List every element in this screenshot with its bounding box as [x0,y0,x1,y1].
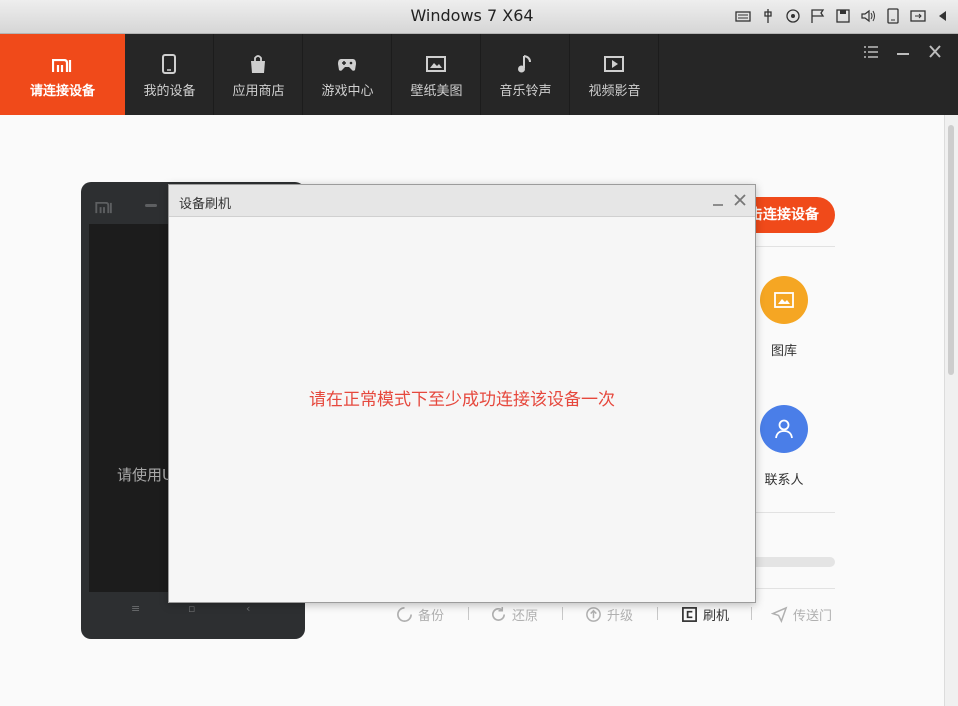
home-key-icon: ▫ [188,602,196,615]
contacts-label: 联系人 [764,473,804,488]
nav-item-music[interactable]: 音乐铃声 [481,34,570,115]
phone-nav-keys: ≡ ▫ ‹ [81,602,305,622]
backup-label: 备份 [418,608,445,624]
flash-dialog: 设备刷机 请在正常模式下至少成功连接该设备一次 [168,184,756,603]
phone-speaker [145,204,157,207]
music-note-icon [518,55,531,73]
mi-logo-icon [95,202,112,214]
transfer-button[interactable]: 传送门 [771,603,832,625]
bag-icon [251,55,265,73]
toolbar-separator [468,607,469,620]
nav-item-wallpaper[interactable]: 壁纸美图 [392,34,481,115]
os-title-bar: Windows 7 X64 [0,0,958,34]
gallery-label: 图库 [770,344,797,359]
video-icon [604,56,624,72]
tablet-icon[interactable] [884,7,902,25]
dialog-message: 请在正常模式下至少成功连接该设备一次 [309,390,615,410]
usb-hint-text: 请使用U [117,466,173,484]
flash-label: 刷机 [703,608,730,624]
upgrade-icon [586,606,601,622]
upgrade-button[interactable]: 升级 [585,603,633,625]
usb-icon[interactable] [759,7,777,25]
nav-item-label: 视频影音 [588,84,641,99]
arrow-left-icon[interactable] [934,7,952,25]
transfer-label: 传送门 [793,608,833,624]
save-disk-icon[interactable] [834,7,852,25]
nav-item-label: 壁纸美图 [410,84,463,99]
gamepad-icon [338,59,356,71]
backup-icon [397,606,412,622]
phone-icon [162,54,176,74]
flash-icon [682,606,697,622]
menu-list-icon[interactable] [862,44,880,60]
restore-label: 还原 [512,608,539,624]
scrollbar-thumb[interactable] [948,125,954,375]
app-header: 请连接设备 我的设备 应用商店 游戏中心 壁纸美图 音乐铃声 视频影音 [0,34,958,115]
toolbar-separator [751,607,752,620]
flash-button[interactable]: 刷机 [681,603,729,625]
mi-logo-icon [52,59,72,72]
nav-item-label: 我的设备 [143,84,196,99]
nav-item-video[interactable]: 视频影音 [570,34,659,115]
app-window-controls [862,44,944,60]
gallery-icon [774,292,794,308]
dialog-title: 设备刷机 [179,197,232,212]
menu-key-icon: ≡ [131,602,141,615]
keyboard-icon[interactable] [734,7,752,25]
upgrade-label: 升级 [607,608,634,624]
back-key-icon: ‹ [246,602,251,615]
restore-button[interactable]: 还原 [490,603,538,625]
device-toolbar: 备份 还原 升级 刷机 传送门 [396,603,846,625]
nav-item-game-center[interactable]: 游戏中心 [303,34,392,115]
nav-item-my-device[interactable]: 我的设备 [125,34,214,115]
contacts-button[interactable] [760,405,808,453]
minimize-icon[interactable] [894,44,912,60]
nav-item-label: 游戏中心 [321,84,374,99]
nav-item-label: 音乐铃声 [499,84,552,99]
backup-button[interactable]: 备份 [396,603,444,625]
send-icon [771,606,788,623]
nav-item-app-store[interactable]: 应用商店 [214,34,303,115]
disc-icon[interactable] [784,7,802,25]
close-icon[interactable] [926,44,944,60]
os-tray [734,7,952,25]
picture-icon [426,56,446,72]
nav-connect-device[interactable]: 请连接设备 [0,34,125,115]
person-icon [775,419,793,439]
dialog-minimize-icon[interactable] [711,194,725,208]
nav-item-label: 应用商店 [232,84,285,99]
speaker-icon[interactable] [859,7,877,25]
network-flag-icon[interactable] [809,7,827,25]
dialog-titlebar[interactable]: 设备刷机 [169,185,755,217]
window-scrollbar[interactable] [944,115,958,706]
screen-share-icon[interactable] [909,7,927,25]
restore-icon [492,606,506,621]
toolbar-separator [657,607,658,620]
nav-connect-label: 请连接设备 [29,84,95,99]
toolbar-separator [562,607,563,620]
dialog-close-icon[interactable] [732,192,748,208]
gallery-button[interactable] [760,276,808,324]
